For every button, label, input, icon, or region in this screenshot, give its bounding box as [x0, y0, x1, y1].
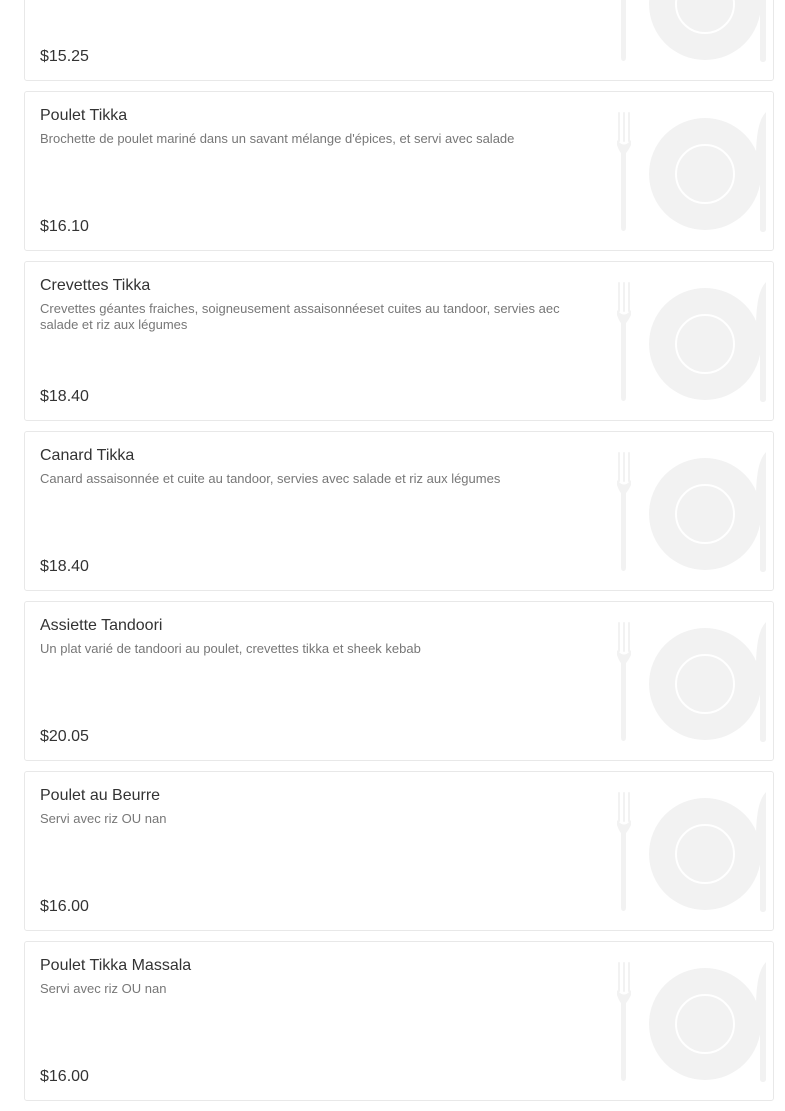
plate-fork-knife-icon [617, 452, 766, 572]
menu-item-price: $16.10 [40, 218, 89, 235]
menu-item-card[interactable]: Poulet au Beurre Servi avec riz OU nan $… [24, 771, 774, 931]
menu-item-name: Crevettes Tikka [40, 277, 151, 294]
menu-item-price: $15.25 [40, 48, 89, 65]
plate-fork-knife-icon [617, 622, 766, 742]
menu-item-description: Servi avec riz OU nan [40, 811, 167, 826]
menu-item-card[interactable]: Crevettes Tikka Crevettes géantes fraich… [24, 261, 774, 421]
menu-item-name: Poulet au Beurre [40, 787, 161, 804]
menu-item-name: Assiette Tandoori [40, 617, 163, 634]
menu-item-price: $20.05 [40, 728, 89, 745]
menu-item-card[interactable]: Assiette Tandoori Un plat varié de tando… [24, 601, 774, 761]
plate-fork-knife-icon [617, 282, 766, 402]
menu-item-description: Crevettes géantes fraiches, soigneusemen… [40, 301, 560, 332]
menu-item-name: Poulet Tikka [40, 107, 128, 124]
menu-item-price: $16.00 [40, 1068, 89, 1085]
plate-fork-knife-icon [617, 792, 766, 912]
menu-item-card[interactable]: Poulet Tikka Massala Servi avec riz OU n… [24, 941, 774, 1101]
menu-item-card[interactable]: Poulet Tikka Brochette de poulet mariné … [24, 91, 774, 251]
plate-fork-knife-icon [621, 0, 766, 62]
menu-item-price: $18.40 [40, 558, 89, 575]
menu-item-card[interactable]: $15.25 [24, 0, 774, 81]
menu-item-description: Servi avec riz OU nan [40, 981, 167, 996]
plate-fork-knife-icon [617, 962, 766, 1082]
menu-item-description: Un plat varié de tandoori au poulet, cre… [40, 641, 421, 656]
menu-item-card[interactable]: Canard Tikka Canard assaisonnée et cuite… [24, 431, 774, 591]
menu-item-price: $16.00 [40, 898, 89, 915]
menu-item-description: Brochette de poulet mariné dans un savan… [40, 131, 515, 146]
menu-item-list: $15.25 Poulet Tikka Brochette de poulet … [24, 0, 774, 1111]
menu-item-price: $18.40 [40, 388, 89, 405]
menu-item-name: Canard Tikka [40, 447, 135, 464]
plate-fork-knife-icon [617, 112, 766, 232]
menu-item-description: Canard assaisonnée et cuite au tandoor, … [40, 471, 501, 486]
menu-item-name: Poulet Tikka Massala [40, 957, 192, 974]
